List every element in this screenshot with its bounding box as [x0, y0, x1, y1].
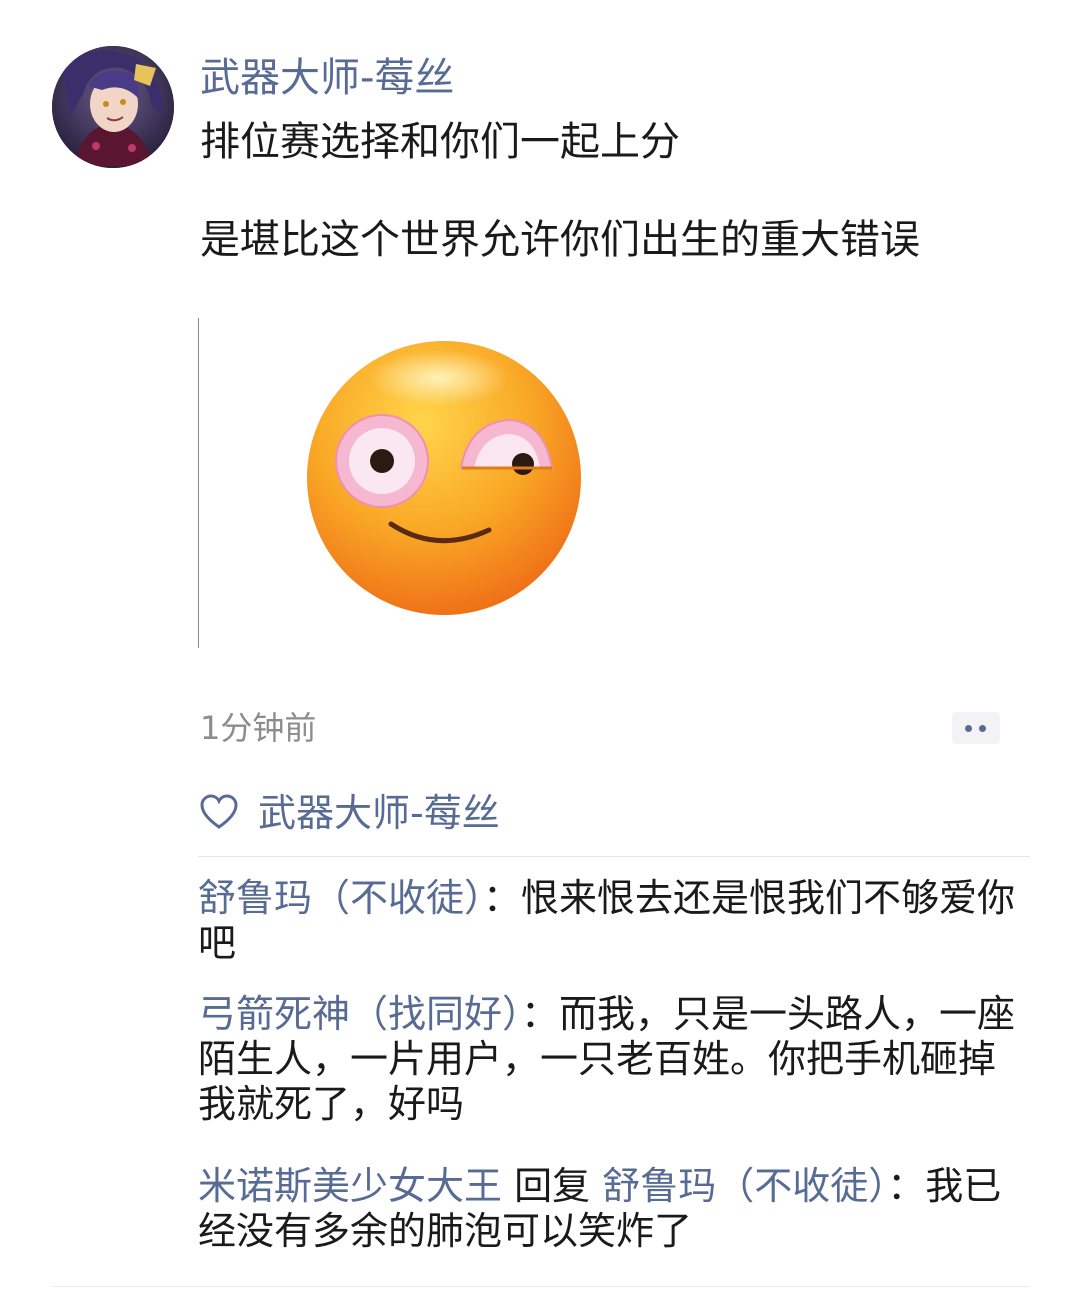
likes-row: 武器大师-莓丝: [198, 788, 1030, 838]
comment-item[interactable]: 米诺斯美少女大王 回复 舒鲁玛（不收徒）：我已经没有多余的肺泡可以笑炸了: [198, 1164, 1030, 1254]
liker-name[interactable]: 武器大师-莓丝: [258, 788, 500, 838]
comment-item[interactable]: 舒鲁玛（不收徒）：恨来恨去还是恨我们不够爱你吧: [198, 876, 1030, 966]
more-dot-icon: [965, 725, 972, 732]
likes-comments-panel: 武器大师-莓丝 舒鲁玛（不收徒）：恨来恨去还是恨我们不够爱你吧 弓箭死神（找同好…: [198, 770, 1030, 1260]
divider: [198, 856, 1030, 857]
post-author-name[interactable]: 武器大师-莓丝: [200, 52, 454, 104]
post-image[interactable]: [198, 318, 619, 648]
comment-item[interactable]: 弓箭死神（找同好）：而我，只是一头路人，一座陌生人，一片用户，一只老百姓。你把手…: [198, 992, 1030, 1127]
heart-outline-icon: [200, 794, 238, 829]
more-actions-button[interactable]: [952, 712, 1000, 744]
reply-word: 回复: [502, 1164, 603, 1208]
author-avatar[interactable]: [52, 46, 174, 168]
comment-separator: ：: [483, 876, 522, 920]
post-text-line-2: 是堪比这个世界允许你们出生的重大错误: [200, 217, 920, 263]
reply-to-name[interactable]: 舒鲁玛（不收徒）: [602, 1164, 887, 1208]
comment-author[interactable]: 米诺斯美少女大王: [198, 1164, 502, 1208]
post-timestamp: 1分钟前: [200, 709, 317, 747]
comment-separator: ：: [887, 1164, 926, 1208]
more-dot-icon: [979, 725, 986, 732]
comment-author[interactable]: 弓箭死神（找同好）: [198, 992, 521, 1036]
comment-separator: ：: [521, 992, 560, 1036]
comment-author[interactable]: 舒鲁玛（不收徒）: [198, 876, 483, 920]
smirking-flushed-emoji-icon: [307, 341, 581, 615]
divider: [52, 1286, 1030, 1287]
post-text-line-1: 排位赛选择和你们一起上分: [200, 119, 680, 165]
